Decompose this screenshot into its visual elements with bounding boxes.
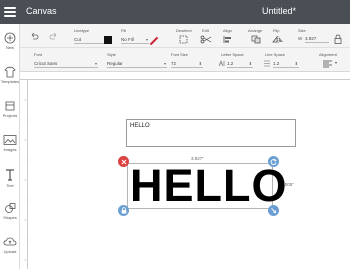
rotate-handle[interactable]: [268, 156, 279, 167]
text-icon: [6, 169, 14, 181]
alignment-label: Alignment: [319, 52, 337, 57]
line-space-input[interactable]: 1.2 ⬍: [273, 60, 299, 68]
style-select[interactable]: Regular ▾: [107, 60, 167, 68]
edit-toolbar: Linetype Cut ▾ Fill No Fill ▾ Deselect Edi…: [20, 24, 350, 48]
sidebar-item-text[interactable]: Text: [0, 168, 20, 188]
align-icon[interactable]: [223, 35, 233, 44]
redo-icon[interactable]: [49, 32, 58, 40]
line-space-value: 1.2: [273, 61, 280, 66]
ruler-ticks: [24, 99, 28, 261]
sidebar-item-label: Text: [6, 183, 14, 188]
sidebar-item-label: Upload: [3, 249, 17, 254]
chevron-down-icon[interactable]: ▾: [335, 60, 337, 65]
sidebar-item-templates[interactable]: Templates: [0, 66, 20, 84]
font-value: Cricut Sans: [34, 61, 58, 66]
chevron-down-icon: ▾: [94, 61, 97, 66]
letter-space-label: Letter Space: [221, 52, 244, 57]
font-size-value: 72: [171, 61, 177, 66]
shirt-icon: [4, 66, 16, 78]
line-space-label: Line Space: [265, 52, 286, 57]
style-label: Style: [107, 52, 116, 57]
sidebar-item-label: Shapes: [3, 215, 17, 220]
lock-handle[interactable]: [118, 205, 129, 216]
sidebar-item-label: Templates: [0, 79, 20, 84]
font-select[interactable]: Cricut Sans ▾: [34, 60, 98, 68]
cloud-icon: [3, 237, 17, 246]
fill-label: Fill: [121, 28, 127, 33]
line-color-swatch[interactable]: [104, 36, 112, 44]
deselect-label: Deselect: [176, 28, 192, 33]
flip-label: Flip: [273, 28, 280, 33]
sidebar-item-shapes[interactable]: Shapes: [0, 202, 20, 220]
sidebar-item-projects[interactable]: Projects: [0, 100, 20, 118]
plus-icon: [4, 32, 16, 44]
stepper-icon[interactable]: ⬍: [295, 61, 298, 66]
linetype-label: Linetype: [74, 28, 90, 33]
linetype-value: Cut: [74, 37, 82, 42]
text-toolbar: Font Cricut Sans ▾ Style Regular ▾ Font Si…: [20, 48, 350, 72]
arrange-icon[interactable]: [251, 35, 261, 44]
shapes-icon: [5, 203, 16, 213]
stepper-icon[interactable]: ⬍: [249, 61, 252, 66]
left-sidebar: New Templates Projects Images Text Shape…: [0, 24, 20, 269]
resize-handle[interactable]: [268, 205, 279, 216]
deselect-icon[interactable]: [179, 35, 188, 44]
scissors-icon[interactable]: [200, 35, 212, 44]
arrange-label: Arrange: [248, 28, 263, 33]
document-title: Untitled*: [262, 6, 297, 16]
lock-icon: [121, 207, 126, 214]
flip-icon[interactable]: [272, 35, 284, 44]
pen-icon[interactable]: [149, 36, 159, 46]
size-width-input[interactable]: 3.927: [305, 35, 329, 43]
canvas-text-object[interactable]: HELLO: [130, 162, 288, 210]
align-left-icon[interactable]: [322, 60, 334, 68]
stepper-icon[interactable]: ⬍: [199, 61, 202, 66]
rotate-icon: [270, 158, 277, 165]
undo-icon[interactable]: [30, 32, 39, 40]
delete-handle[interactable]: [118, 156, 129, 167]
sidebar-item-new[interactable]: New: [0, 32, 20, 50]
title-bar: Canvas Untitled*: [0, 0, 350, 24]
ruler-horizontal: [20, 72, 350, 85]
letter-space-icon: [218, 60, 225, 67]
close-icon: [121, 159, 126, 164]
fill-value: No Fill: [121, 37, 134, 42]
ruler-vertical: [20, 80, 28, 269]
letter-space-input[interactable]: 1.2 ⬍: [227, 60, 253, 68]
projects-icon: [5, 101, 15, 111]
line-space-icon: [264, 60, 270, 67]
resize-icon: [271, 208, 276, 213]
image-icon: [3, 135, 17, 145]
size-label: Size: [298, 28, 306, 33]
sidebar-item-images[interactable]: Images: [0, 134, 20, 152]
letter-space-value: 1.2: [227, 61, 234, 66]
lock-icon[interactable]: [334, 34, 342, 44]
sidebar-item-label: Projects: [2, 113, 18, 118]
font-label: Font: [34, 52, 43, 57]
chevron-down-icon: ▾: [145, 37, 148, 42]
fill-select[interactable]: No Fill ▾: [121, 36, 149, 44]
size-width-value: 3.927: [305, 36, 317, 41]
sidebar-item-upload[interactable]: Upload: [0, 236, 20, 254]
text-edit-box[interactable]: HELLO: [126, 119, 296, 147]
size-width-label: W: [298, 36, 303, 41]
font-size-label: Font Size: [171, 52, 188, 57]
sidebar-item-label: Images: [3, 147, 17, 152]
edit-label: Edit: [202, 28, 209, 33]
hamburger-menu-icon[interactable]: [4, 7, 16, 17]
style-value: Regular: [107, 61, 123, 66]
sidebar-item-label: New: [5, 45, 14, 50]
align-label: Align: [223, 28, 232, 33]
font-size-input[interactable]: 72 ⬍: [171, 60, 203, 68]
chevron-down-icon: ▾: [163, 61, 166, 66]
app-title: Canvas: [26, 6, 57, 16]
